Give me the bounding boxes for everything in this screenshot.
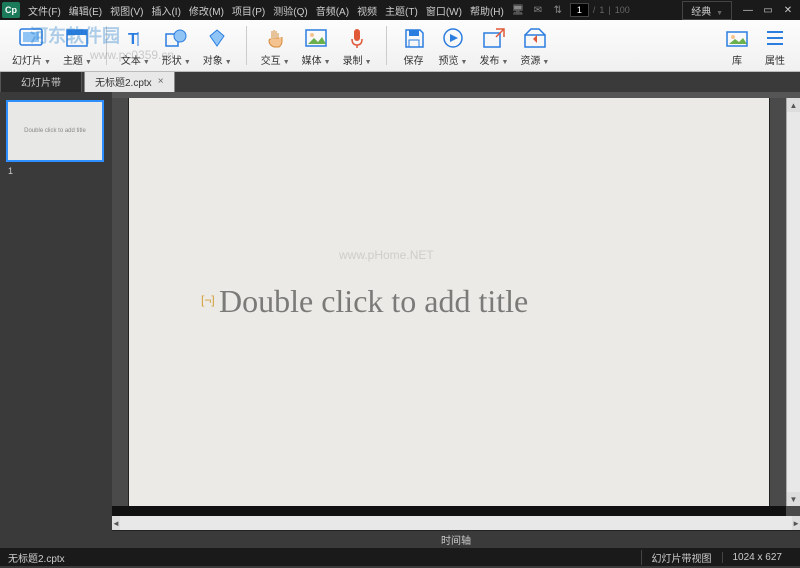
timeline-tab[interactable]: 时间轴	[112, 530, 800, 548]
slide-bottom-strip	[112, 506, 786, 516]
menu-modify[interactable]: 修改(M)	[185, 1, 228, 20]
toolbar: 河东软件园 www.pc0359.cn 幻灯片▼ 主题▼ T 文本▼ 形状▼ 对…	[0, 20, 800, 72]
mic-icon	[349, 25, 365, 51]
assets-icon	[523, 25, 547, 51]
themes-icon	[65, 25, 89, 51]
minimize-button[interactable]: —	[738, 2, 758, 18]
play-icon	[442, 25, 464, 51]
vertical-scrollbar[interactable]: ▲ ▼	[786, 98, 800, 506]
document-tab[interactable]: 无标题2.cptx ×	[84, 70, 175, 92]
page-sep: /	[593, 5, 596, 15]
publish-button[interactable]: 发布▼	[473, 23, 514, 69]
maximize-button[interactable]: ▭	[758, 2, 778, 18]
menu-audio[interactable]: 音频(A)	[312, 1, 353, 20]
slide-thumbnail-1[interactable]: Double click to add title	[6, 100, 104, 162]
mail-icon[interactable]: ✉	[531, 3, 545, 17]
close-button[interactable]: ✕	[778, 2, 798, 18]
hand-icon	[264, 25, 286, 51]
menu-view[interactable]: 视图(V)	[106, 1, 147, 20]
status-dimensions: 1024 x 627	[722, 552, 793, 563]
page-total: 1	[599, 5, 604, 15]
objects-button[interactable]: 对象▼	[197, 23, 238, 69]
filmstrip-tab[interactable]: 幻灯片带	[0, 70, 82, 92]
themes-button[interactable]: 主题▼	[57, 23, 98, 69]
menu-quiz[interactable]: 测验(Q)	[269, 1, 311, 20]
canvas-area[interactable]: www.pHome.NET [¬] Double click to add ti…	[112, 98, 786, 506]
horizontal-scrollbar[interactable]: ◄ ►	[112, 516, 800, 530]
media-button[interactable]: 媒体▼	[296, 23, 337, 69]
scroll-down-icon[interactable]: ▼	[787, 492, 800, 506]
menu-edit[interactable]: 编辑(E)	[65, 1, 106, 20]
app-icon: Cp	[2, 2, 20, 18]
page-current[interactable]: 1	[570, 3, 589, 17]
scroll-up-icon[interactable]: ▲	[787, 98, 800, 112]
library-icon	[725, 25, 749, 51]
tab-close-icon[interactable]: ×	[158, 76, 164, 87]
slide-canvas[interactable]: www.pHome.NET [¬] Double click to add ti…	[129, 98, 769, 506]
sync-icon[interactable]: ⇅	[551, 3, 565, 17]
save-icon	[403, 25, 425, 51]
slide-number: 1	[6, 166, 106, 176]
menu-theme[interactable]: 主题(T)	[381, 1, 422, 20]
tab-bar: 幻灯片带 无标题2.cptx ×	[0, 72, 800, 92]
shapes-button[interactable]: 形状▼	[156, 23, 197, 69]
interactions-button[interactable]: 交互▼	[255, 23, 296, 69]
menu-file[interactable]: 文件(F)	[24, 1, 65, 20]
text-button[interactable]: T 文本▼	[115, 23, 156, 69]
monitor-icon[interactable]: 🖥	[511, 3, 525, 17]
editor-area: www.pHome.NET [¬] Double click to add ti…	[112, 92, 800, 548]
menu-video[interactable]: 视频	[353, 1, 381, 20]
hamburger-icon	[765, 25, 785, 51]
menu-project[interactable]: 项目(P)	[228, 1, 269, 20]
preview-button[interactable]: 预览▼	[433, 23, 474, 69]
document-tab-label: 无标题2.cptx	[95, 74, 152, 89]
slides-icon	[19, 25, 43, 51]
image-icon	[304, 25, 328, 51]
layout-dropdown[interactable]: 经典 ▼	[682, 1, 732, 20]
menu-insert[interactable]: 插入(I)	[147, 1, 184, 20]
svg-text:T: T	[128, 31, 138, 48]
properties-button[interactable]: 属性	[756, 23, 794, 69]
objects-icon	[206, 25, 228, 51]
menu-window[interactable]: 窗口(W)	[422, 1, 466, 20]
status-bar: 无标题2.cptx 幻灯片带视图 1024 x 627	[0, 548, 800, 566]
library-button[interactable]: 库	[718, 23, 756, 69]
zoom-value[interactable]: 100	[615, 5, 630, 15]
status-filename: 无标题2.cptx	[8, 550, 65, 565]
watermark-url2: www.pHome.NET	[339, 248, 434, 262]
assets-button[interactable]: 资源▼	[514, 23, 555, 69]
zoom-sep: |	[608, 5, 610, 15]
publish-icon	[482, 25, 506, 51]
scroll-right-icon[interactable]: ►	[792, 516, 800, 530]
status-view[interactable]: 幻灯片带视图	[641, 550, 722, 565]
record-button[interactable]: 录制▼	[337, 23, 378, 69]
workspace: Double click to add title 1 www.pHome.NE…	[0, 92, 800, 548]
shapes-icon	[164, 25, 188, 51]
scroll-left-icon[interactable]: ◄	[112, 516, 120, 530]
filmstrip-panel: Double click to add title 1	[0, 92, 112, 548]
title-placeholder[interactable]: Double click to add title	[219, 283, 729, 320]
text-icon: T	[124, 25, 146, 51]
menu-bar: Cp 文件(F) 编辑(E) 视图(V) 插入(I) 修改(M) 项目(P) 测…	[0, 0, 800, 20]
title-marker-icon: [¬]	[201, 293, 215, 307]
slides-button[interactable]: 幻灯片▼	[6, 23, 57, 69]
save-button[interactable]: 保存	[395, 23, 433, 69]
menu-help[interactable]: 帮助(H)	[466, 1, 508, 20]
